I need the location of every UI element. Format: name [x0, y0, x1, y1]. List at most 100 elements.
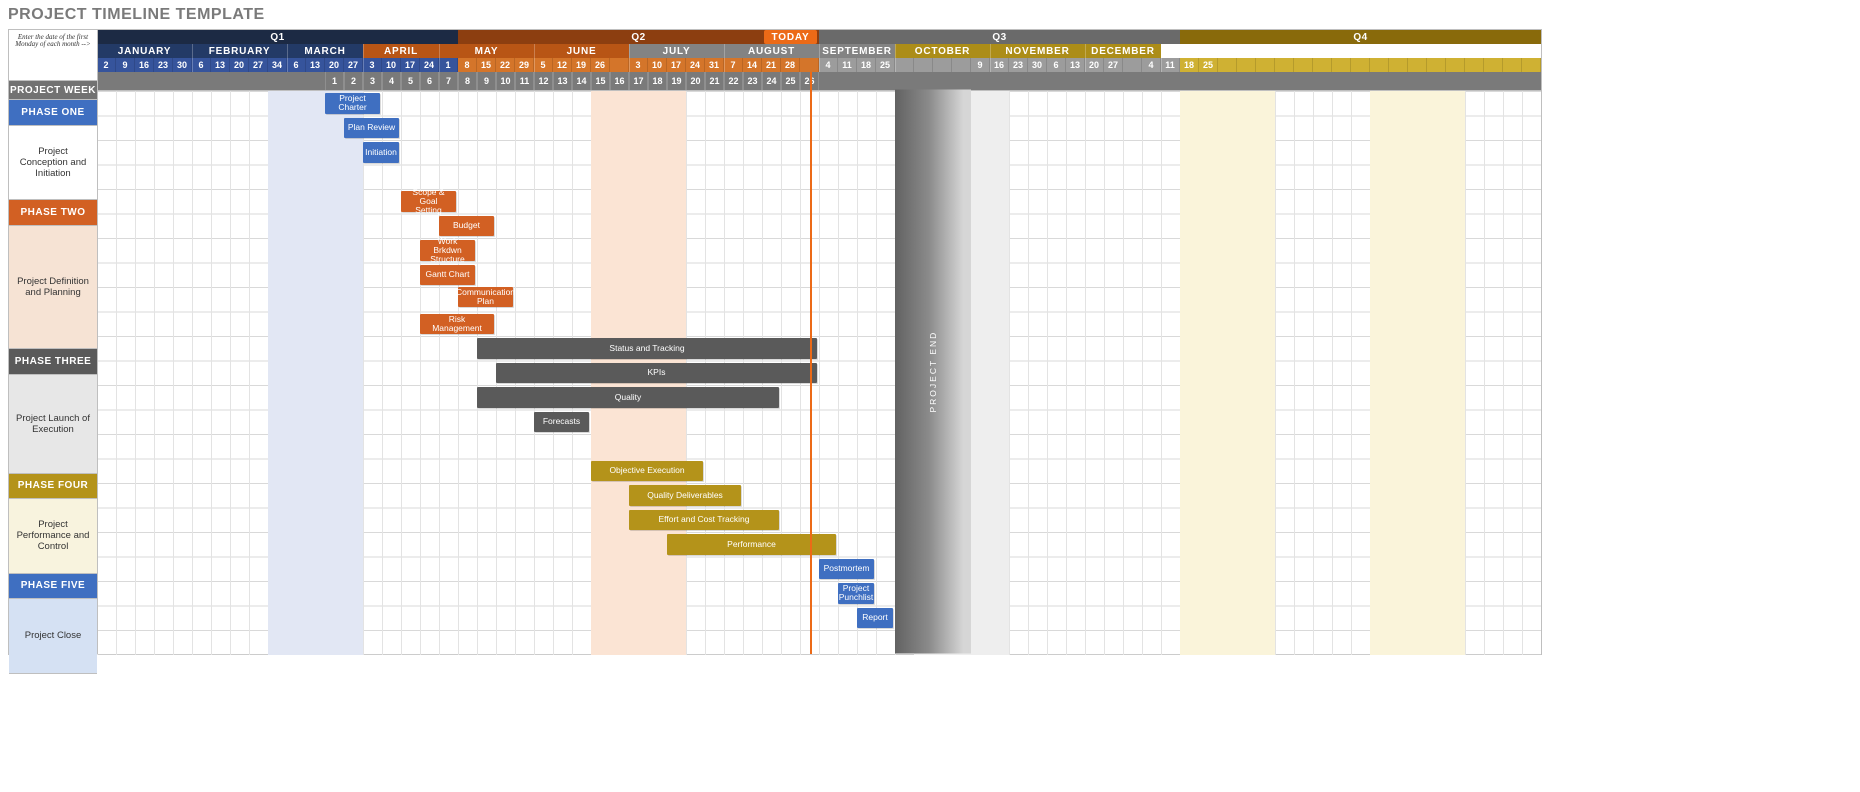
task-bar: Report: [857, 608, 893, 629]
phase-header: PHASE THREE: [9, 349, 97, 375]
page-title: PROJECT TIMELINE TEMPLATE: [8, 6, 1548, 24]
month-shade: [1180, 91, 1275, 655]
month-august: AUGUST: [724, 44, 819, 58]
timeline-grid: Q1Q2Q3Q4 JANUARYFEBRUARYMARCHAPRILMAYJUN…: [97, 30, 1541, 654]
day-cell: 14: [743, 58, 762, 72]
month-june: JUNE: [534, 44, 629, 58]
task-bar: Status and Tracking: [477, 338, 817, 359]
day-cell: 11: [838, 58, 857, 72]
day-cell: 21: [762, 58, 781, 72]
day-cell: [1503, 58, 1522, 72]
day-cell: 13: [211, 58, 230, 72]
phase-header: PHASE ONE: [9, 100, 97, 126]
day-cell: 18: [1180, 58, 1199, 72]
timeline-header: Q1Q2Q3Q4 JANUARYFEBRUARYMARCHAPRILMAYJUN…: [97, 30, 1541, 72]
week-number: 15: [591, 72, 610, 90]
phase-desc: Project Conception and Initiation: [9, 126, 97, 201]
project-end-marker: PROJECT END: [895, 90, 971, 654]
phase-header: PHASE TWO: [9, 200, 97, 226]
day-cell: [1256, 58, 1275, 72]
day-cell: 6: [287, 58, 306, 72]
phase-header: PHASE FOUR: [9, 474, 97, 500]
task-bar: Risk Management: [420, 314, 494, 335]
task-bar: Budget: [439, 216, 494, 237]
day-cell: [1446, 58, 1465, 72]
week-number: 6: [420, 72, 439, 90]
day-cell: [914, 58, 933, 72]
day-cell: 29: [515, 58, 534, 72]
day-cell: 30: [173, 58, 192, 72]
month-may: MAY: [439, 44, 534, 58]
task-bar: Effort and Cost Tracking: [629, 510, 779, 531]
task-bar: Postmortem: [819, 559, 874, 580]
day-cell: [1275, 58, 1294, 72]
month-november: NOVEMBER: [990, 44, 1085, 58]
day-cell: [1484, 58, 1503, 72]
day-cell: 17: [667, 58, 686, 72]
day-cell: 19: [572, 58, 591, 72]
month-july: JULY: [629, 44, 724, 58]
day-cell: 25: [876, 58, 895, 72]
task-bar: Objective Execution: [591, 461, 703, 482]
day-cell: 22: [496, 58, 515, 72]
month-january: JANUARY: [97, 44, 192, 58]
phase-header: PHASE FIVE: [9, 574, 97, 600]
task-bar: Quality Deliverables: [629, 485, 741, 506]
week-number: 2: [344, 72, 363, 90]
day-cell: [1408, 58, 1427, 72]
day-cell: 27: [249, 58, 268, 72]
phase-desc: Project Definition and Planning: [9, 226, 97, 350]
gantt-body: Project CharterPlan ReviewInitiationScop…: [97, 91, 1541, 655]
day-cell: 12: [553, 58, 572, 72]
week-number: 13: [553, 72, 572, 90]
day-cell: 2: [97, 58, 116, 72]
day-cell: 28: [781, 58, 800, 72]
day-cell: [1294, 58, 1313, 72]
day-cell: 8: [458, 58, 477, 72]
gantt-chart: Enter the date of the first Monday of ea…: [8, 29, 1542, 655]
phase-desc: Project Performance and Control: [9, 499, 97, 574]
week-number: 1: [325, 72, 344, 90]
quarter-q1: Q1: [97, 30, 458, 44]
task-bar: Forecasts: [534, 412, 589, 433]
day-cell: 16: [135, 58, 154, 72]
day-cell: [1522, 58, 1541, 72]
day-cell: 13: [1066, 58, 1085, 72]
day-cell: [933, 58, 952, 72]
day-cell: 30: [1028, 58, 1047, 72]
phase-desc: Project Close: [9, 599, 97, 674]
task-bar: Scope & Goal Setting: [401, 191, 456, 212]
day-cell: 5: [534, 58, 553, 72]
quarter-q3: Q3: [819, 30, 1180, 44]
day-cell: 3: [629, 58, 648, 72]
day-cell: 10: [382, 58, 401, 72]
week-number: 4: [382, 72, 401, 90]
day-cell: 4: [819, 58, 838, 72]
day-cell: 20: [230, 58, 249, 72]
task-bar: Gantt Chart: [420, 265, 475, 286]
week-number-row: 1234567891011121314151617181920212223242…: [97, 72, 1541, 91]
day-cell: [1218, 58, 1237, 72]
row-headers: Enter the date of the first Monday of ea…: [9, 30, 98, 654]
month-shade: [268, 91, 363, 655]
week-number: 12: [534, 72, 553, 90]
day-cell: 13: [306, 58, 325, 72]
day-cell: 27: [1104, 58, 1123, 72]
day-cell: 6: [1047, 58, 1066, 72]
project-week-label: PROJECT WEEK: [9, 81, 97, 100]
day-cell: 27: [344, 58, 363, 72]
task-bar: Initiation: [363, 142, 399, 163]
week-number: 23: [743, 72, 762, 90]
quarter-q4: Q4: [1180, 30, 1541, 44]
day-cell: 11: [1161, 58, 1180, 72]
week-number: 5: [401, 72, 420, 90]
task-bar: Plan Review: [344, 118, 399, 139]
day-cell: [1465, 58, 1484, 72]
day-cell: [1389, 58, 1408, 72]
day-cell: 34: [268, 58, 287, 72]
phase-desc: Project Launch of Execution: [9, 375, 97, 474]
week-number: 9: [477, 72, 496, 90]
day-cell: [800, 58, 819, 72]
day-cell: 31: [705, 58, 724, 72]
day-cell: 23: [154, 58, 173, 72]
